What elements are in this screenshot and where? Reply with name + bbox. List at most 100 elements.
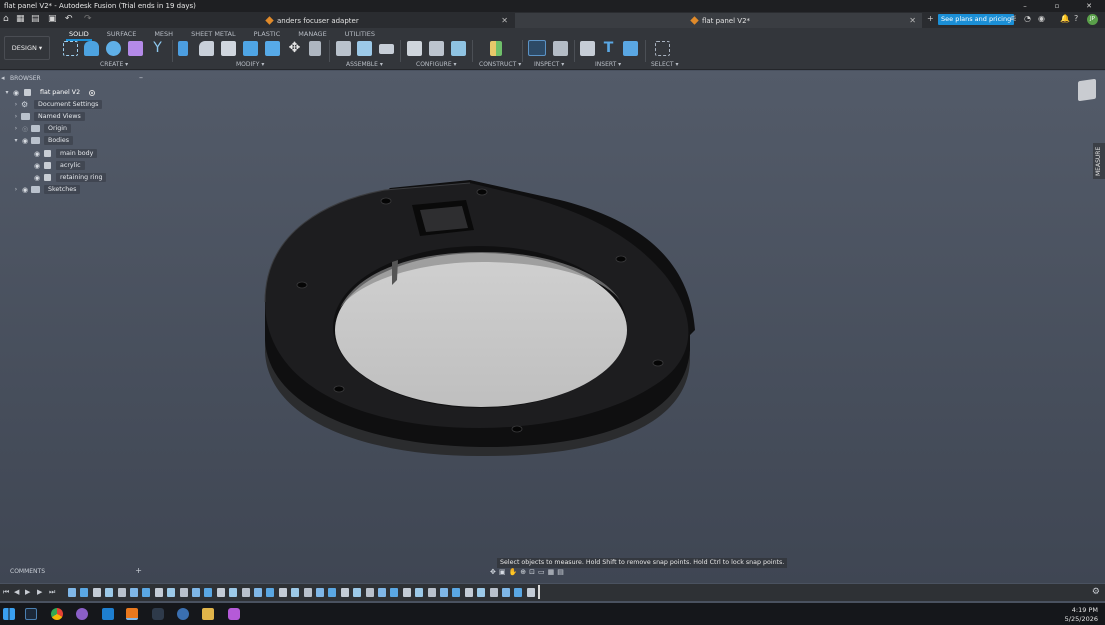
eye-icon[interactable]: ◉ <box>32 150 42 158</box>
select-icon[interactable] <box>655 41 670 56</box>
timeline-feature[interactable] <box>80 588 89 597</box>
timeline-feature[interactable] <box>105 588 114 597</box>
expand-arrow-icon[interactable]: › <box>12 125 20 132</box>
help-icon[interactable]: ? <box>1074 14 1078 23</box>
timeline-feature[interactable] <box>502 588 510 597</box>
tab-plastic[interactable]: PLASTIC <box>245 29 290 40</box>
step-back-icon[interactable]: ◀ <box>14 588 19 596</box>
create-menu[interactable]: CREATE ▾ <box>100 61 128 68</box>
loft-icon[interactable]: Y <box>150 41 165 56</box>
tab-sheet-metal[interactable]: SHEET METAL <box>182 29 245 40</box>
browser-root[interactable]: ▾ ◉ flat panel V2 <box>3 87 96 98</box>
tab-anders-focuser-adapter[interactable]: anders focuser adapter ✕ <box>262 13 514 28</box>
move-icon[interactable]: ✥ <box>287 41 302 56</box>
inspect-menu[interactable]: INSPECT ▾ <box>534 61 564 68</box>
construct-menu[interactable]: CONSTRUCT ▾ <box>479 61 521 68</box>
timeline-feature[interactable] <box>142 588 151 597</box>
timeline-feature[interactable] <box>477 588 486 597</box>
browser-item-acrylic[interactable]: ◉ acrylic <box>32 160 85 171</box>
configure-menu[interactable]: CONFIGURE ▾ <box>416 61 457 68</box>
joint-icon[interactable] <box>357 41 372 56</box>
timeline-feature[interactable] <box>365 588 374 597</box>
timeline-feature[interactable] <box>390 588 399 597</box>
expand-arrow-icon[interactable]: › <box>12 113 20 120</box>
go-to-end-icon[interactable]: ⏭ <box>49 588 55 597</box>
tab-flat-panel[interactable]: flat panel V2* ✕ <box>515 13 922 28</box>
timeline-feature[interactable] <box>303 588 312 597</box>
chamfer-icon[interactable] <box>221 41 236 56</box>
timeline-feature[interactable] <box>130 588 138 597</box>
viewport[interactable] <box>0 71 1105 583</box>
timeline-feature[interactable] <box>192 588 200 597</box>
timeline-feature[interactable] <box>378 588 386 597</box>
file-explorer-icon[interactable] <box>202 608 214 620</box>
browser-item-sketches[interactable]: › ◉ Sketches <box>12 184 81 195</box>
browser-item-origin[interactable]: › ◎ Origin <box>12 123 72 134</box>
redo-icon[interactable]: ↷ <box>84 14 92 24</box>
orbit-icon[interactable]: ✥ <box>490 568 496 576</box>
app-icon[interactable] <box>76 608 88 620</box>
file-menu-icon[interactable]: ▤ <box>31 14 40 24</box>
workspace-switcher[interactable]: DESIGN ▾ <box>4 36 50 60</box>
browser-app-icon[interactable] <box>177 608 189 620</box>
measure-panel-tab[interactable]: MEASURE <box>1093 143 1105 179</box>
tab-utilities[interactable]: UTILITIES <box>336 29 384 40</box>
expand-arrow-icon[interactable]: › <box>12 186 20 193</box>
align-icon[interactable] <box>309 41 321 56</box>
extensions-icon[interactable]: ⚟ <box>1010 14 1017 23</box>
viewports-icon[interactable]: ▤ <box>557 568 564 576</box>
configure-rules-icon[interactable] <box>451 41 466 56</box>
shell-icon[interactable] <box>243 41 258 56</box>
eye-hidden-icon[interactable]: ◎ <box>20 125 30 133</box>
fusion-icon[interactable] <box>126 608 138 620</box>
pan-icon[interactable]: ✋ <box>509 568 518 576</box>
go-to-start-icon[interactable]: ⏮ <box>3 588 9 597</box>
online-status-icon[interactable]: ◉ <box>1038 14 1045 23</box>
timeline-feature[interactable] <box>216 588 225 597</box>
job-status-icon[interactable]: ◔ <box>1024 14 1031 23</box>
interference-icon[interactable] <box>553 41 568 56</box>
eye-icon[interactable]: ◉ <box>32 174 42 182</box>
chrome-icon[interactable] <box>51 608 63 620</box>
fillet-icon[interactable] <box>199 41 214 56</box>
close-tab-icon[interactable]: ✕ <box>501 16 508 25</box>
timeline-feature[interactable] <box>328 588 337 597</box>
timeline-feature[interactable] <box>353 588 362 597</box>
modify-menu[interactable]: MODIFY ▾ <box>236 61 264 68</box>
create-sketch-icon[interactable] <box>63 41 78 56</box>
notifications-icon[interactable]: 🔔 <box>1060 14 1070 23</box>
steam-icon[interactable] <box>25 608 37 620</box>
timeline-feature[interactable] <box>68 588 76 597</box>
revolve-icon[interactable] <box>106 41 121 56</box>
timeline-feature[interactable] <box>266 588 275 597</box>
timeline-feature[interactable] <box>427 588 436 597</box>
expand-arrow-icon[interactable]: ▾ <box>3 89 11 96</box>
browser-item-bodies[interactable]: ▾ ◉ Bodies <box>12 135 74 146</box>
undo-icon[interactable]: ↶ <box>65 14 73 24</box>
timeline-feature[interactable] <box>167 588 176 597</box>
browser-item-named-views[interactable]: › Named Views <box>12 111 85 122</box>
timeline-feature[interactable] <box>92 588 101 597</box>
view-cube[interactable] <box>1078 78 1096 102</box>
timeline-feature[interactable] <box>514 588 523 597</box>
press-pull-icon[interactable] <box>178 41 188 56</box>
as-built-joint-icon[interactable] <box>379 44 394 54</box>
configure-icon[interactable] <box>407 41 422 56</box>
timeline-feature[interactable] <box>117 588 126 597</box>
github-icon[interactable] <box>152 608 164 620</box>
timeline-feature[interactable] <box>179 588 188 597</box>
maximize-button[interactable]: ▫ <box>1041 0 1073 12</box>
insert-text-icon[interactable]: T <box>601 41 616 56</box>
timeline-settings-icon[interactable]: ⚙ <box>1092 587 1100 597</box>
timeline-feature[interactable] <box>340 588 349 597</box>
timeline-feature[interactable] <box>278 588 287 597</box>
eye-icon[interactable]: ◉ <box>32 162 42 170</box>
avatar[interactable]: JP <box>1087 14 1098 25</box>
extrude-icon[interactable] <box>84 41 99 56</box>
see-plans-button[interactable]: See plans and pricing <box>938 14 1015 25</box>
fit-icon[interactable]: ⊡ <box>529 568 535 576</box>
timeline-feature[interactable] <box>489 588 498 597</box>
offset-plane-icon[interactable] <box>490 41 502 56</box>
start-icon[interactable] <box>3 608 15 620</box>
timeline-feature[interactable] <box>291 588 300 597</box>
